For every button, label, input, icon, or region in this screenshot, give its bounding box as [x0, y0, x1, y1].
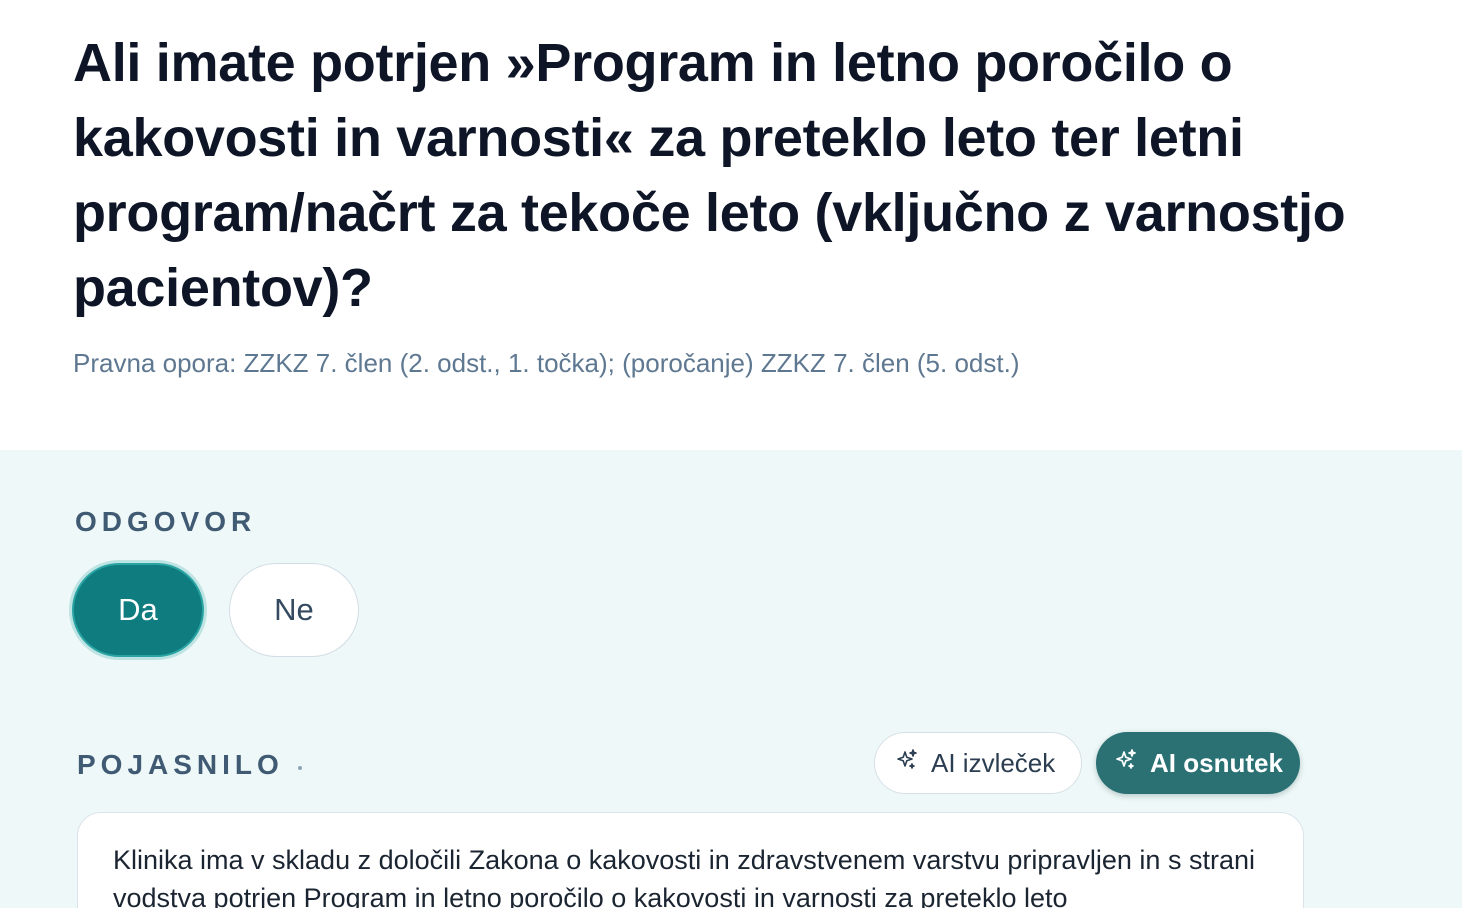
answer-label: ODGOVOR	[75, 506, 257, 537]
answer-section: ODGOVOR Da Ne POJASNILO AI izvleček AI o…	[0, 450, 1462, 908]
explanation-label: POJASNILO	[77, 749, 284, 780]
ai-draft-button[interactable]: AI osnutek	[1096, 732, 1300, 794]
separator-dot	[298, 766, 302, 770]
answer-yes-button[interactable]: Da	[72, 563, 204, 657]
explanation-textarea[interactable]: Klinika ima v skladu z določili Zakona o…	[77, 812, 1304, 908]
page: Ali imate potrjen »Program in letno poro…	[0, 0, 1462, 908]
explanation-text: Klinika ima v skladu z določili Zakona o…	[113, 845, 1255, 908]
answer-no-button[interactable]: Ne	[229, 563, 359, 657]
legal-basis: Pravna opora: ZZKZ 7. člen (2. odst., 1.…	[73, 348, 1020, 378]
ai-extract-button[interactable]: AI izvleček	[874, 732, 1082, 794]
ai-extract-label: AI izvleček	[931, 747, 1056, 778]
question-title: Ali imate potrjen »Program in letno poro…	[73, 33, 1346, 318]
sparkles-icon	[895, 748, 931, 779]
question-header: Ali imate potrjen »Program in letno poro…	[0, 0, 1462, 450]
sparkles-icon	[1114, 748, 1150, 779]
ai-draft-label: AI osnutek	[1150, 747, 1283, 778]
